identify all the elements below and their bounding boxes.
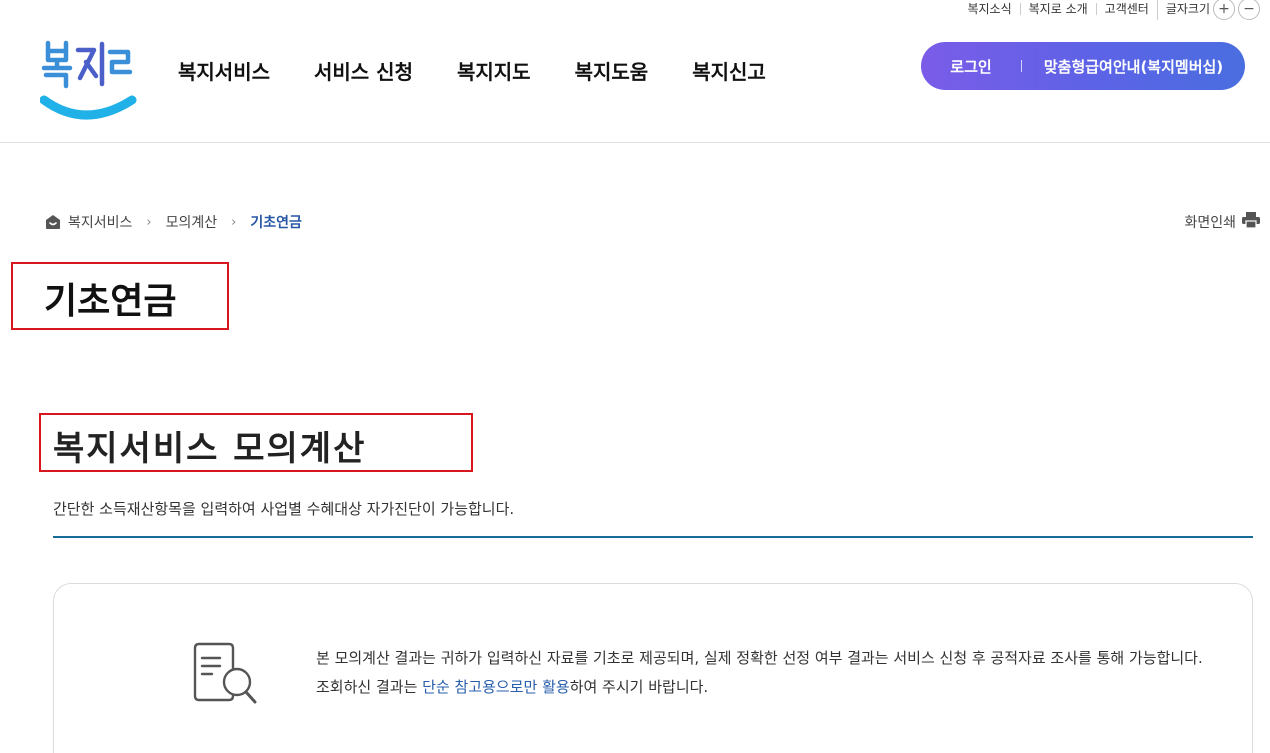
breadcrumb-mock-calc[interactable]: 모의계산 — [166, 212, 218, 232]
notice-highlight: 단순 참고용으로만 활용 — [422, 678, 570, 696]
chevron-right-icon: › — [146, 214, 152, 230]
notice-card: 본 모의계산 결과는 귀하가 입력하신 자료를 기초로 제공되며, 실제 정확한… — [53, 583, 1253, 753]
breadcrumb-welfare-service[interactable]: 복지서비스 — [68, 212, 132, 232]
main-navigation: 복지서비스 서비스 신청 복지지도 복지도움 복지신고 — [178, 56, 766, 85]
font-increase-button[interactable]: + — [1213, 0, 1235, 20]
printer-icon — [1242, 212, 1260, 232]
logo-graphic — [39, 40, 137, 120]
nav-welfare-map[interactable]: 복지지도 — [457, 56, 531, 85]
home-icon[interactable] — [45, 214, 61, 230]
document-search-icon — [189, 640, 259, 710]
section-description: 간단한 소득재산항목을 입력하여 사업별 수혜대상 자가진단이 가능합니다. — [53, 500, 515, 518]
util-link-support[interactable]: 고객센터 — [1095, 3, 1157, 15]
nav-welfare-service[interactable]: 복지서비스 — [178, 56, 270, 85]
page-title: 기초연금 — [44, 281, 177, 322]
site-header: 복지서비스 서비스 신청 복지지도 복지도움 복지신고 로그인 맞춤형급여안내(… — [0, 18, 1270, 143]
print-button[interactable]: 화면인쇄 — [1184, 212, 1260, 232]
nav-welfare-help[interactable]: 복지도움 — [575, 56, 649, 85]
nav-welfare-report[interactable]: 복지신고 — [692, 56, 766, 85]
font-decrease-button[interactable]: − — [1238, 0, 1260, 20]
section-title: 복지서비스 모의계산 — [53, 429, 367, 469]
login-membership-pill: 로그인 맞춤형급여안내(복지멤버십) — [921, 42, 1245, 90]
membership-button[interactable]: 맞춤형급여안내(복지멤버십) — [1022, 56, 1245, 77]
chevron-right-icon: › — [231, 214, 237, 230]
breadcrumb: 복지서비스 › 모의계산 › 기초연금 — [45, 212, 302, 232]
font-size-control: 글자크기 + − — [1156, 0, 1260, 20]
login-button[interactable]: 로그인 — [921, 56, 1021, 77]
nav-service-apply[interactable]: 서비스 신청 — [314, 56, 413, 85]
notice-text: 본 모의계산 결과는 귀하가 입력하신 자료를 기초로 제공되며, 실제 정확한… — [316, 644, 1216, 702]
util-link-about[interactable]: 복지로 소개 — [1019, 3, 1096, 15]
util-link-news[interactable]: 복지소식 — [959, 3, 1019, 15]
bokjiro-logo[interactable] — [39, 38, 140, 128]
breadcrumb-current: 기초연금 — [250, 215, 302, 231]
notice-text-part2: 하여 주시기 바랍니다. — [569, 678, 709, 696]
print-label: 화면인쇄 — [1184, 215, 1236, 231]
utility-bar: 복지소식 복지로 소개 고객센터 글자크기 + − — [959, 0, 1260, 20]
section-divider — [53, 536, 1253, 538]
font-size-label: 글자크기 — [1165, 2, 1210, 16]
